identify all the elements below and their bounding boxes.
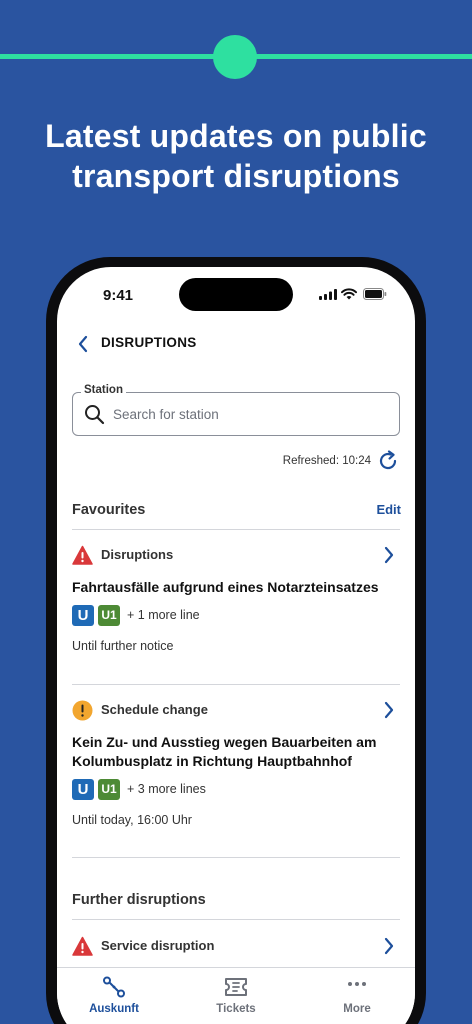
- search-icon: [85, 405, 105, 425]
- warning-triangle-icon: [72, 936, 93, 956]
- phone-frame: 9:41 DISRUPTIONS Station Search for stat…: [46, 257, 426, 1024]
- tab-auskunft[interactable]: Auskunft: [64, 968, 164, 1024]
- disruption-card[interactable]: Disruptions Fahrtausfälle aufgrund eines…: [72, 544, 400, 653]
- disruption-title: Fahrtausfälle aufgrund eines Notarzteins…: [72, 579, 379, 595]
- refresh-icon[interactable]: [377, 450, 399, 472]
- card-type-row: Disruptions: [72, 544, 400, 566]
- route-icon: [103, 976, 125, 998]
- status-time: 9:41: [103, 287, 134, 304]
- phone-screen: 9:41 DISRUPTIONS Station Search for stat…: [57, 267, 415, 1024]
- favourites-heading: Favourites: [72, 502, 146, 518]
- disruption-card[interactable]: Service disruption: [72, 935, 400, 957]
- tab-label: More: [343, 1003, 371, 1015]
- more-lines-label: + 1 more line: [127, 608, 200, 622]
- validity-text: Until today, 16:00 Uhr: [72, 813, 192, 827]
- card-type-row: Service disruption: [72, 935, 400, 957]
- disruption-type-label: Disruptions: [101, 547, 174, 562]
- promo-headline: Latest updates on public transport disru…: [0, 116, 472, 196]
- affected-lines: U U1 + 1 more line: [72, 605, 400, 627]
- headline-line-2: transport disruptions: [72, 158, 400, 194]
- station-search-field[interactable]: Station: [72, 384, 400, 436]
- navigation-header: DISRUPTIONS: [57, 329, 415, 359]
- tab-more[interactable]: More: [307, 968, 407, 1024]
- back-chevron-icon[interactable]: [77, 335, 89, 353]
- page-title: DISRUPTIONS: [101, 335, 197, 350]
- line-u1-badge: U1: [98, 779, 120, 800]
- wifi-icon: [341, 288, 357, 300]
- more-dots-icon: [348, 982, 366, 986]
- tab-label: Tickets: [216, 1003, 256, 1015]
- further-disruptions-heading: Further disruptions: [72, 892, 206, 908]
- warning-triangle-icon: [72, 545, 93, 565]
- ticket-icon: [225, 978, 247, 996]
- battery-icon: [363, 288, 387, 300]
- headline-line-1: Latest updates on public: [45, 118, 427, 154]
- affected-lines: U U1 + 3 more lines: [72, 779, 400, 801]
- card-type-row: Schedule change: [72, 699, 400, 721]
- progress-indicator-dot: [213, 35, 257, 79]
- more-lines-label: + 3 more lines: [127, 782, 206, 796]
- divider: [72, 857, 400, 858]
- refreshed-timestamp: Refreshed: 10:24: [282, 455, 371, 467]
- divider: [72, 684, 400, 685]
- search-field-label: Station: [81, 384, 126, 396]
- validity-text: Until further notice: [72, 639, 174, 653]
- tab-label: Auskunft: [89, 1003, 139, 1015]
- search-input[interactable]: [113, 403, 383, 425]
- u-bahn-badge: U: [72, 779, 94, 800]
- chevron-right-icon[interactable]: [383, 937, 395, 955]
- divider: [72, 529, 400, 530]
- disruption-card[interactable]: Schedule change Kein Zu- und Ausstieg we…: [72, 699, 400, 827]
- disruption-type-label: Service disruption: [101, 938, 215, 953]
- exclamation-circle-icon: [72, 700, 93, 721]
- disruption-title: Kein Zu- und Ausstieg wegen Bauarbeiten …: [72, 734, 377, 769]
- edit-favourites-button[interactable]: Edit: [357, 502, 401, 517]
- disruption-type-label: Schedule change: [101, 702, 208, 717]
- chevron-right-icon[interactable]: [383, 701, 395, 719]
- u-bahn-badge: U: [72, 605, 94, 626]
- bottom-tab-bar: Auskunft Tickets More: [57, 967, 415, 1024]
- tab-tickets[interactable]: Tickets: [186, 968, 286, 1024]
- divider: [72, 919, 400, 920]
- line-u1-badge: U1: [98, 605, 120, 626]
- status-bar: 9:41: [57, 267, 415, 319]
- cellular-signal-icon: [319, 289, 337, 300]
- dynamic-island: [179, 278, 293, 311]
- chevron-right-icon[interactable]: [383, 546, 395, 564]
